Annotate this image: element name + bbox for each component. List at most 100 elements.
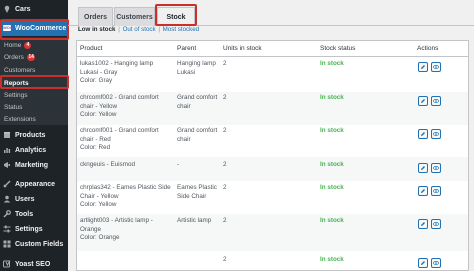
edit-button[interactable]: [418, 62, 428, 72]
submenu-item-settings[interactable]: Settings: [0, 89, 68, 101]
tab-customers[interactable]: Customers: [114, 7, 155, 26]
stock-status-cell: In stock: [320, 217, 344, 224]
table-row: ckngeuis - Euismod - 2 In stock: [77, 157, 468, 181]
eye-icon: [433, 166, 439, 170]
stock-status-cell: In stock: [320, 94, 344, 101]
user-icon: [0, 195, 14, 203]
filter-most-stocked[interactable]: Most stocked: [163, 26, 199, 33]
product-link[interactable]: ckngeuis - Euismod: [80, 161, 135, 168]
product-cell: chrcomf002 - Grand comfort chair - Yello…: [80, 94, 172, 120]
menu-item-label: Custom Fields: [15, 240, 64, 248]
grid-icon: [0, 240, 14, 248]
view-button[interactable]: [431, 129, 441, 139]
submenu-item-reports[interactable]: Reports: [0, 77, 68, 89]
submenu-item-status[interactable]: Status: [0, 101, 68, 113]
product-link[interactable]: artlight003 - Artistic lamp - Orange: [80, 217, 153, 233]
paintbrush-icon: [0, 180, 14, 188]
table-row: artlight003 - Artistic lamp - Orange Col…: [77, 214, 468, 251]
edit-button[interactable]: [418, 219, 428, 229]
view-button[interactable]: [431, 163, 441, 173]
edit-button[interactable]: [418, 258, 428, 268]
eye-icon: [433, 99, 439, 103]
edit-button[interactable]: [418, 96, 428, 106]
pencil-icon: [421, 132, 425, 136]
menu-item-users[interactable]: Users: [0, 191, 68, 207]
table-row: 2 In stock: [77, 251, 468, 270]
stock-status-cell: In stock: [320, 127, 344, 134]
view-button[interactable]: [431, 62, 441, 72]
units-cell: 2: [223, 184, 227, 191]
stock-table: Product Parent Units in stock Stock stat…: [76, 40, 469, 271]
units-cell: 2: [223, 217, 227, 224]
stock-tab-highlight: [155, 4, 197, 26]
menu-item-cars[interactable]: Cars: [0, 1, 68, 17]
menu-item-settings[interactable]: Settings: [0, 221, 68, 237]
menu-item-woocommerce[interactable]: WOO WooCommerce: [0, 20, 68, 36]
units-cell: 2: [223, 256, 227, 263]
eye-icon: [433, 189, 439, 193]
submenu-item-customers[interactable]: Customers: [0, 64, 68, 76]
product-cell: lukas1002 - Hanging lamp Lukasi - Gray C…: [80, 60, 172, 86]
edit-button[interactable]: [418, 163, 428, 173]
menu-item-custom-fields[interactable]: Custom Fields: [0, 236, 68, 252]
menu-item-marketing[interactable]: Marketing: [0, 157, 68, 173]
column-header-parent[interactable]: Parent: [177, 45, 196, 52]
parent-cell: Hanging lamp Lukasi: [177, 60, 216, 76]
product-cell: chrplas342 - Eames Plastic Side Chair - …: [80, 184, 172, 210]
stock-filter-links: Low in stock | Out of stock | Most stock…: [78, 26, 200, 33]
menu-item-tools[interactable]: Tools: [0, 206, 68, 222]
units-cell: 2: [223, 60, 227, 67]
wrench-icon: [0, 210, 14, 218]
submenu-item-home[interactable]: Home 4: [0, 39, 68, 51]
view-button[interactable]: [431, 219, 441, 229]
table-row: lukas1002 - Hanging lamp Lukasi - Gray C…: [77, 57, 468, 92]
parent-cell: Artistic lamp: [177, 217, 212, 224]
product-variation: Color: Yellow: [80, 201, 117, 208]
menu-item-appearance[interactable]: Appearance: [0, 176, 68, 192]
tab-orders[interactable]: Orders: [78, 7, 113, 26]
product-variation: Color: Red: [80, 144, 111, 151]
view-button[interactable]: [431, 96, 441, 106]
product-link[interactable]: chrcomf002 - Grand comfort chair - Yello…: [80, 94, 159, 110]
product-link[interactable]: lukas1002 - Hanging lamp Lukasi - Gray: [80, 60, 153, 76]
column-header-units[interactable]: Units in stock: [223, 45, 262, 52]
menu-item-products[interactable]: Products: [0, 127, 68, 143]
table-row: chrplas342 - Eames Plastic Side Chair - …: [77, 181, 468, 214]
product-link[interactable]: chrcomf001 - Grand comfort chair - Red: [80, 127, 159, 143]
parent-cell: -: [177, 161, 180, 168]
product-link[interactable]: chrplas342 - Eames Plastic Side Chair - …: [80, 184, 171, 200]
yoast-icon: [0, 260, 14, 268]
woocommerce-icon: WOO: [3, 25, 13, 31]
pencil-icon: [421, 222, 425, 226]
parent-cell: Grand comfort chair: [177, 127, 218, 143]
menu-item-label: Appearance: [15, 180, 56, 188]
pencil-icon: [421, 189, 425, 193]
table-row: chrcomf001 - Grand comfort chair - Red C…: [77, 125, 468, 157]
eye-icon: [433, 132, 439, 136]
product-cell: chrcomf001 - Grand comfort chair - Red C…: [80, 127, 172, 153]
woocommerce-submenu: Home 4 Orders 14 Customers Reports Setti…: [0, 37, 68, 125]
count-badge: 14: [26, 53, 36, 61]
column-header-product[interactable]: Product: [80, 45, 102, 52]
units-cell: 2: [223, 127, 227, 134]
eye-icon: [433, 261, 439, 265]
stock-status-cell: In stock: [320, 60, 344, 67]
submenu-item-extensions[interactable]: Extensions: [0, 113, 68, 125]
filter-out-of-stock[interactable]: Out of stock: [123, 26, 156, 33]
edit-button[interactable]: [418, 186, 428, 196]
pencil-icon: [421, 65, 425, 69]
pencil-icon: [421, 166, 425, 170]
menu-item-analytics[interactable]: Analytics: [0, 142, 68, 158]
column-header-status[interactable]: Stock status: [320, 45, 355, 52]
view-button[interactable]: [431, 258, 441, 268]
product-cell: artlight003 - Artistic lamp - Orange Col…: [80, 217, 172, 243]
menu-item-yoast-seo[interactable]: Yoast SEO: [0, 256, 68, 271]
product-variation: Color: Yellow: [80, 111, 117, 118]
pencil-icon: [421, 99, 425, 103]
filter-low-in-stock[interactable]: Low in stock: [78, 26, 115, 33]
box-icon: [0, 131, 14, 139]
view-button[interactable]: [431, 186, 441, 196]
edit-button[interactable]: [418, 129, 428, 139]
submenu-item-orders[interactable]: Orders 14: [0, 51, 68, 63]
stock-status-cell: In stock: [320, 161, 344, 168]
